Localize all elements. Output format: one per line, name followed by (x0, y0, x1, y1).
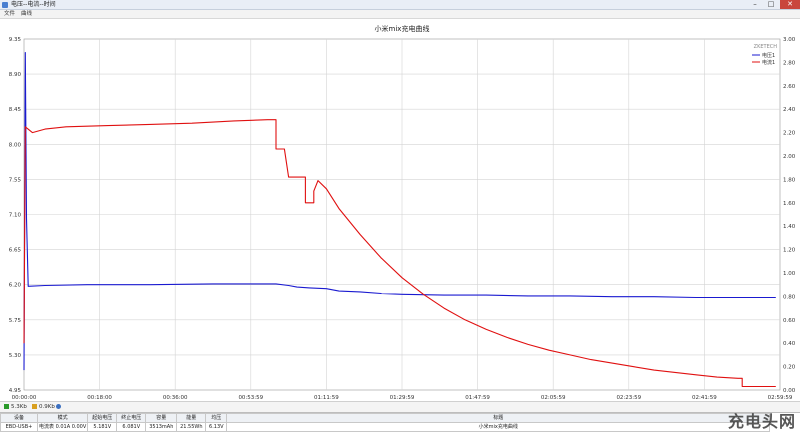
minimize-button[interactable]: – (748, 0, 762, 9)
info-value: EBD-USB+ (0, 422, 38, 432)
y-left-tick-label: 6.65 (9, 248, 22, 254)
y-left-tick-label: 6.20 (9, 283, 22, 289)
upload-rate: 0.9Kb (32, 403, 55, 412)
test-info-panel: 设备 模式 起始电压 终止电压 容量 能量 均压 标题 EBD-USB+ 电流表… (0, 412, 800, 433)
y-left-tick-label: 8.45 (9, 107, 22, 113)
y-left-tick-label: 5.30 (9, 353, 22, 359)
title-bar: 电压--电流--时间 – □ ✕ (0, 0, 800, 10)
y-right-tick-label: 0.00 (783, 388, 796, 394)
window-title: 电压--电流--时间 (11, 1, 56, 8)
y-right-tick-label: 1.00 (783, 271, 796, 277)
info-value: 小米mix充电曲线 (226, 422, 771, 432)
close-button[interactable]: ✕ (780, 0, 800, 9)
y-right-tick-label: 3.00 (783, 37, 796, 43)
upload-icon (32, 404, 37, 409)
info-value: 5.181V (87, 422, 118, 432)
settings-icon[interactable] (56, 403, 63, 412)
y-right-tick-label: 0.20 (783, 365, 796, 371)
y-right-tick-label: 0.40 (783, 341, 796, 347)
y-left-tick-label: 7.55 (9, 177, 22, 183)
info-header: 能量 (176, 413, 207, 423)
menu-item-file[interactable]: 文件 (4, 10, 15, 19)
info-header: 模式 (36, 413, 89, 423)
info-header: 终止电压 (116, 413, 147, 423)
y-left-tick-label: 7.10 (9, 213, 22, 219)
status-bar: 5.3Kb 0.9Kb (0, 401, 800, 412)
download-icon (4, 404, 9, 409)
y-left-tick-label: 9.35 (9, 37, 22, 43)
info-value: 6.081V (116, 422, 147, 432)
download-rate: 5.3Kb (4, 403, 27, 412)
y-right-tick-label: 2.40 (783, 107, 796, 113)
charge-curve-chart: 00:00:00 00:18:00 00:36:00 00:53:59 01:11:59… (9, 24, 796, 401)
info-header: 设备 (0, 413, 38, 423)
y-right-tick-label: 0.60 (783, 318, 796, 324)
y-right-tick-label: 2.80 (783, 60, 796, 66)
info-value: 电流表 0.01A 0.00V (36, 422, 89, 432)
legend-label: 电流1 (762, 59, 775, 66)
info-value-row: EBD-USB+ 电流表 0.01A 0.00V 5.181V 6.081V 3… (0, 422, 771, 432)
info-value: 6.13V (205, 422, 228, 432)
y-right-tick-label: 0.80 (783, 294, 796, 300)
chart-area: 00:00:00 00:18:00 00:36:00 00:53:59 01:11:59… (0, 19, 800, 401)
info-header: 容量 (145, 413, 178, 423)
legend-label: 电压1 (762, 52, 775, 59)
menu-bar: 文件 曲线 (0, 10, 800, 19)
info-header: 起始电压 (87, 413, 118, 423)
info-value: 3513mAh (145, 422, 178, 432)
y-right-tick-label: 1.40 (783, 224, 796, 230)
y-right-tick-label: 1.20 (783, 248, 796, 254)
info-header-row: 设备 模式 起始电压 终止电压 容量 能量 均压 标题 (0, 413, 771, 423)
y-right-tick-label: 1.60 (783, 201, 796, 207)
app-icon (2, 2, 8, 8)
y-right-tick-label: 2.60 (783, 84, 796, 90)
y-left-tick-label: 5.75 (9, 318, 22, 324)
info-value: 21.55Wh (176, 422, 207, 432)
info-table: 设备 模式 起始电压 终止电压 容量 能量 均压 标题 EBD-USB+ 电流表… (0, 413, 771, 432)
y-right-tick-label: 2.00 (783, 154, 796, 160)
y-left-tick-label: 8.00 (9, 142, 22, 148)
info-header: 标题 (226, 413, 771, 423)
menu-item-curve[interactable]: 曲线 (21, 10, 32, 19)
chart-title: 小米mix充电曲线 (375, 24, 430, 33)
y-right-tick-label: 2.20 (783, 131, 796, 137)
watermark-logo: 充电头网 (727, 412, 796, 431)
maximize-button[interactable]: □ (764, 0, 778, 9)
brand-label: ZKETECH (754, 44, 778, 50)
y-right-tick-label: 1.80 (783, 177, 796, 183)
y-left-tick-label: 4.95 (9, 388, 22, 394)
y-left-tick-label: 8.90 (9, 72, 22, 78)
info-header: 均压 (205, 413, 228, 423)
